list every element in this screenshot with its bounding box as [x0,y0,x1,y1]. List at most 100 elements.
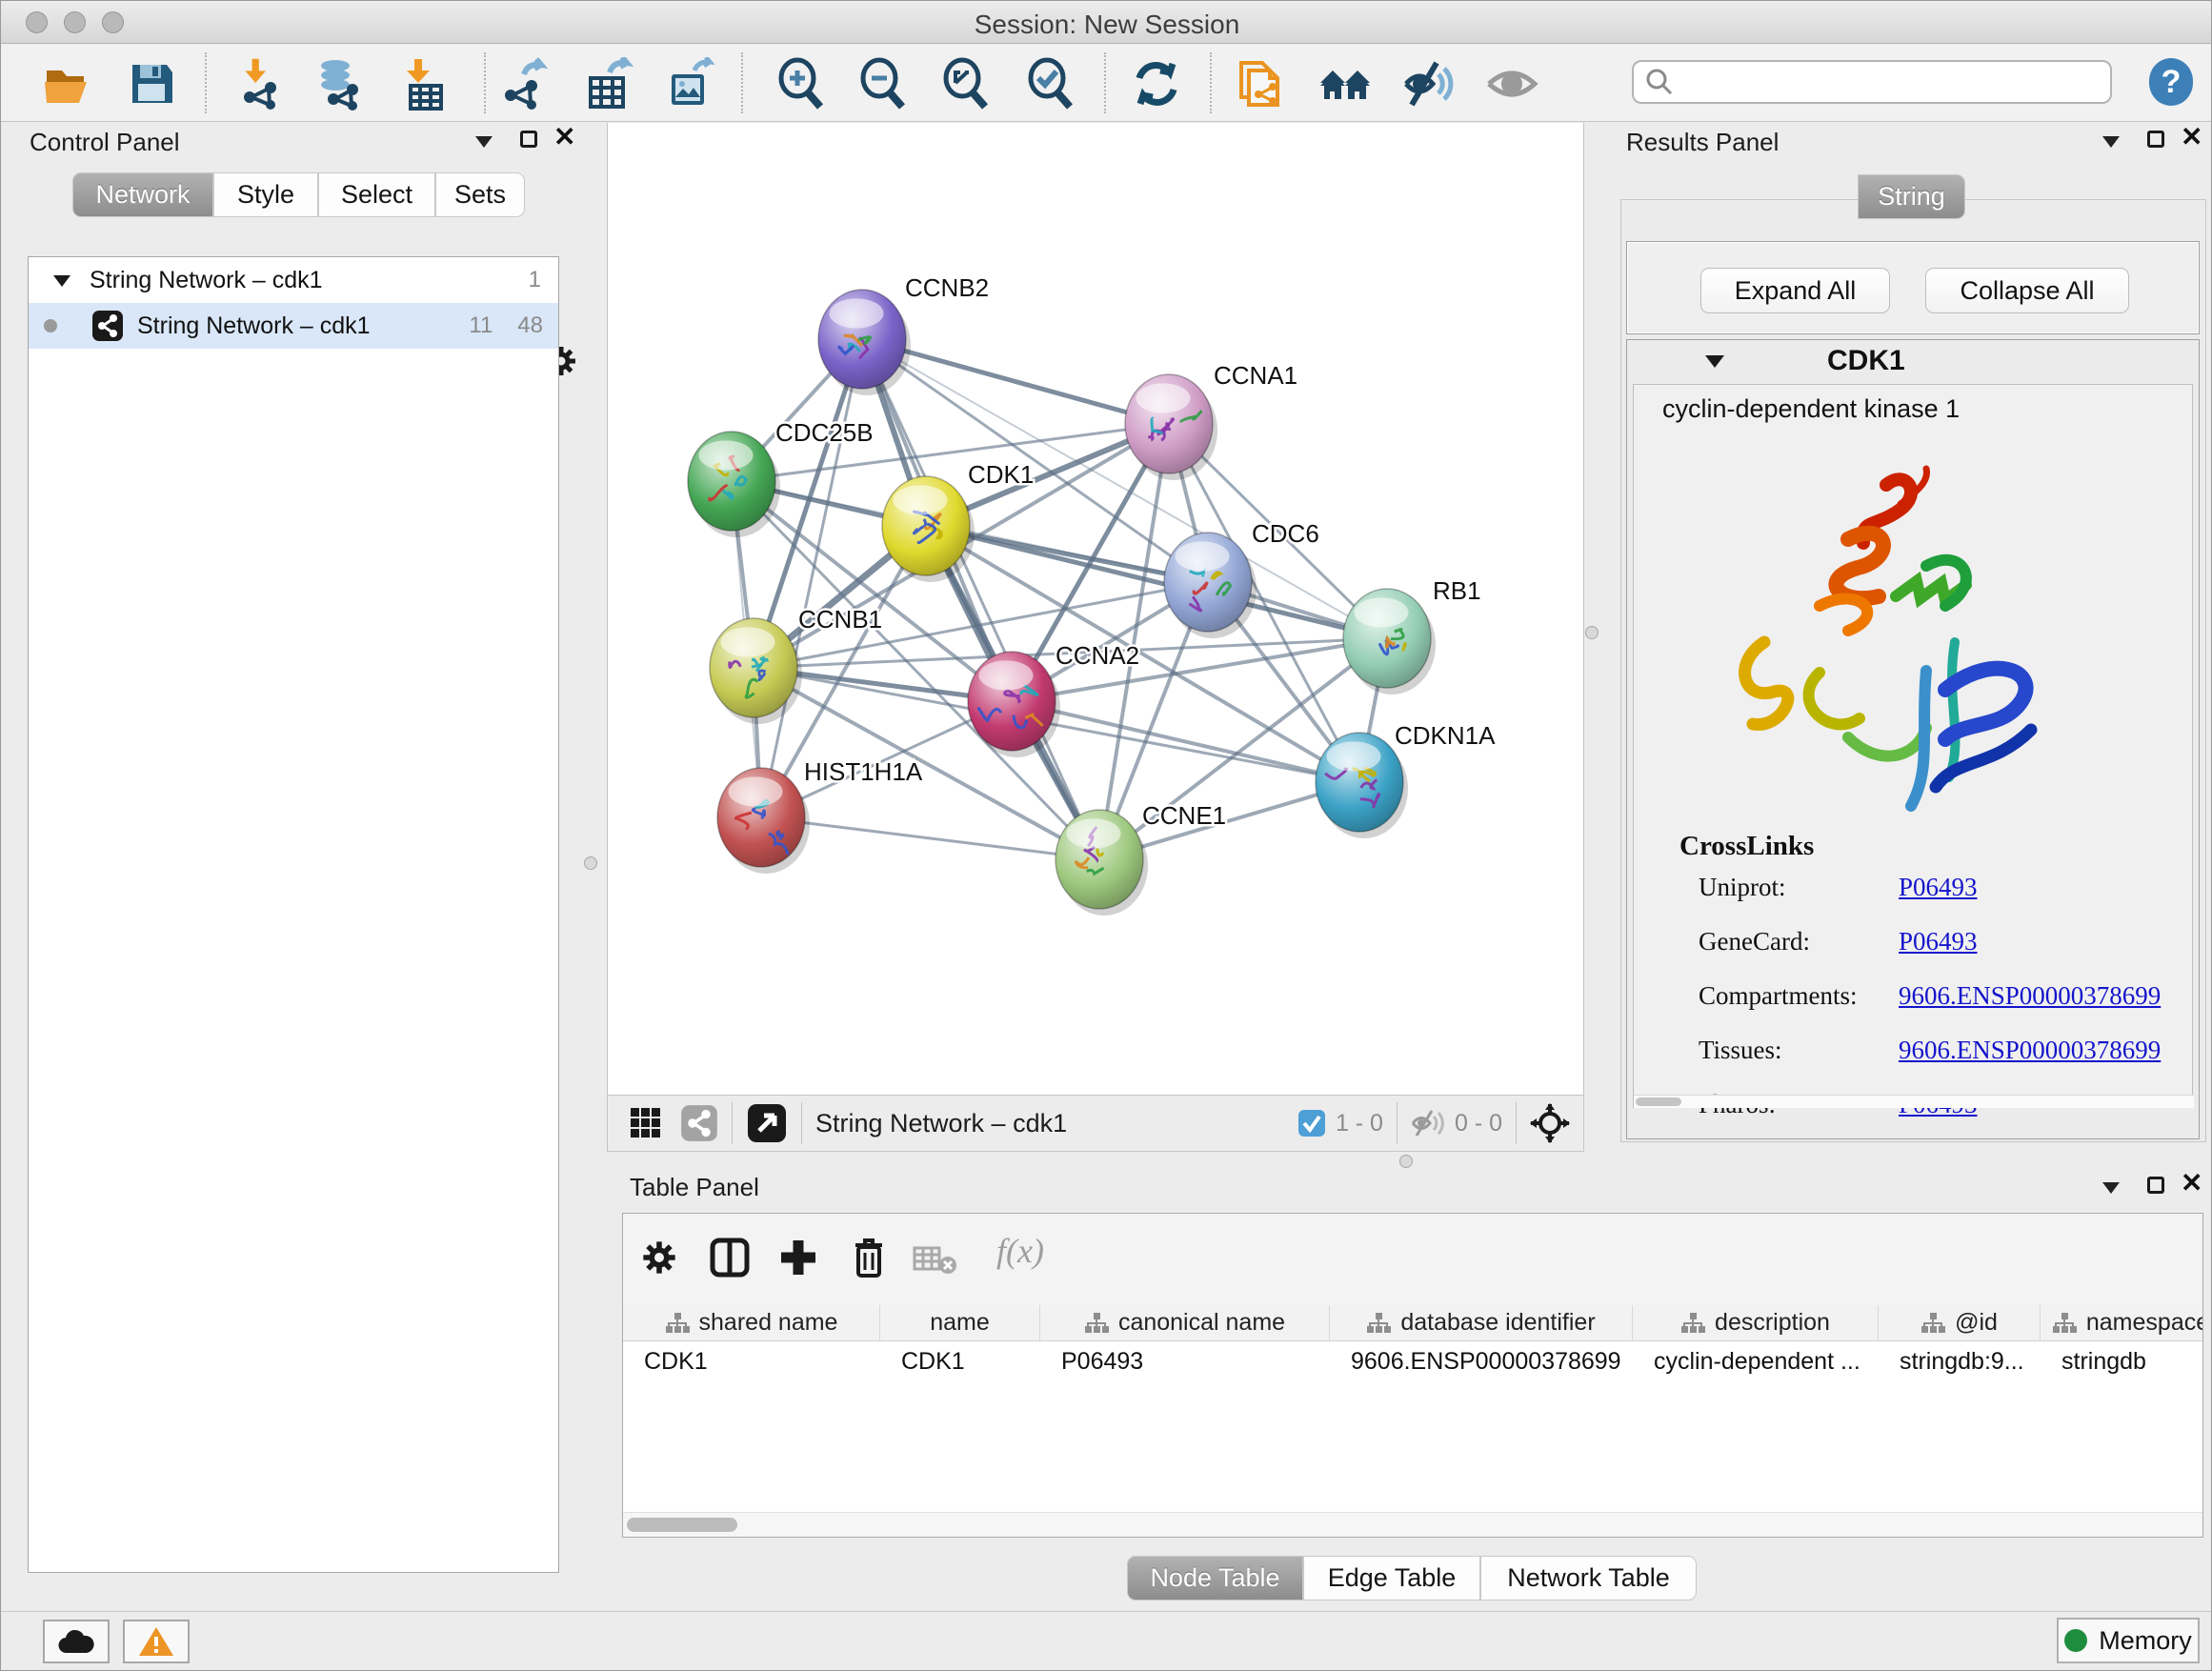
show-all-icon[interactable] [1485,57,1538,111]
edge-CCNB2-HIST1H1A[interactable] [761,339,862,817]
node-CCNB1[interactable]: CCNB1 [710,605,882,724]
import-network-database-icon[interactable] [312,57,366,111]
selected-checkbox-icon[interactable] [1297,1109,1326,1137]
save-session-icon[interactable] [125,57,178,111]
table-cell[interactable]: P06493 [1040,1341,1330,1381]
node-table: shared namenamecanonical namedatabase id… [623,1305,2202,1512]
crosslink-link[interactable]: P06493 [1899,927,1978,956]
node-CCNA2[interactable]: CCNA2 [968,641,1139,757]
delete-column-icon[interactable] [850,1236,888,1279]
window-title: Session: New Session [1,10,2212,40]
table-options-gear-icon[interactable] [640,1238,678,1277]
tab-edge-table[interactable]: Edge Table [1303,1556,1480,1601]
duplicate-network-icon[interactable] [1234,57,1287,111]
column-header-namespace[interactable]: namespace [2041,1305,2202,1340]
warnings-button[interactable] [123,1620,190,1663]
network-row[interactable]: String Network – cdk1 11 48 [29,303,558,349]
node-RB1[interactable]: RB1 [1343,576,1481,695]
node-label-HIST1H1A: HIST1H1A [804,757,923,786]
entry-collapse-caret-icon[interactable] [1703,352,1726,370]
column-header-canonical-name[interactable]: canonical name [1040,1305,1330,1340]
expand-all-button[interactable]: Expand All [1700,268,1890,313]
table-tabs: Node TableEdge TableNetwork Table [1127,1556,1697,1600]
table-cell[interactable]: cyclin-dependent ... [1633,1341,1879,1381]
table-panel-body: f(x) shared namenamecanonical namedataba… [622,1213,2203,1538]
control-panel-maximize-icon[interactable] [520,131,537,148]
collection-expand-caret-icon[interactable] [51,272,72,289]
search-icon [1645,68,1674,96]
network-collection-row[interactable]: String Network – cdk1 1 [29,257,558,303]
search-input[interactable] [1632,60,2112,104]
control-panel: Control Panel ✕ NetworkStyleSelectSets 1… [12,123,567,1577]
table-cell[interactable]: CDK1 [623,1341,880,1381]
node-CDC6[interactable]: CDC6 [1164,519,1319,638]
table-panel-float-icon[interactable] [2102,1182,2120,1194]
control-panel-close-icon[interactable]: ✕ [553,129,575,146]
results-panel-maximize-icon[interactable] [2147,131,2164,148]
results-panel-float-icon[interactable] [2102,136,2120,148]
delete-table-icon [913,1242,958,1277]
column-header-id[interactable]: @id [1879,1305,2041,1340]
network-view-canvas[interactable]: CCNB2CCNA1CDC25BCDK1CDC6RB1CCNB1CCNA2CDK… [607,123,1584,1095]
node-CCNA1[interactable]: CCNA1 [1125,361,1297,480]
crosslink-link[interactable]: 9606.ENSP00000378699 [1899,1036,2161,1065]
help-icon[interactable]: ? [2149,58,2193,106]
export-image-icon[interactable] [664,57,717,111]
zoom-in-icon[interactable] [774,57,828,111]
crosslink-link[interactable]: P06493 [1899,873,1978,902]
pan-crosshair-icon[interactable] [1530,1103,1570,1143]
first-neighbors-icon[interactable] [1318,57,1372,111]
table-header-row[interactable]: shared namenamecanonical namedatabase id… [623,1305,2202,1341]
results-hscrollbar[interactable] [1634,1095,2194,1108]
tab-network-table[interactable]: Network Table [1480,1556,1697,1601]
import-network-file-icon[interactable] [232,57,286,111]
table-row[interactable]: CDK1CDK1P064939606.ENSP00000378699cyclin… [623,1341,2202,1381]
table-panel-close-icon[interactable]: ✕ [2181,1175,2202,1192]
control-panel-float-icon[interactable] [475,136,493,148]
crosslink-link[interactable]: 9606.ENSP00000378699 [1899,981,2161,1011]
import-table-file-icon[interactable] [399,57,452,111]
memory-button[interactable]: Memory [2057,1618,2200,1663]
column-header-shared-name[interactable]: shared name [623,1305,880,1340]
export-network-icon[interactable] [497,57,551,111]
show-columns-icon[interactable] [709,1237,751,1278]
node-CDK1[interactable]: CDK1 [882,460,1034,582]
node-HIST1H1A[interactable]: HIST1H1A [717,757,923,874]
network-edge-count: 48 [517,312,543,339]
apply-layout-icon[interactable] [1130,57,1183,111]
export-table-icon[interactable] [581,57,634,111]
node-label-CCNA1: CCNA1 [1214,361,1297,390]
node-CCNE1[interactable]: CCNE1 [1056,801,1226,916]
results-panel-close-icon[interactable]: ✕ [2181,129,2202,146]
node-CDKN1A[interactable]: CDKN1A [1316,721,1496,838]
node-CCNB2[interactable]: CCNB2 [818,273,989,395]
tab-node-table[interactable]: Node Table [1127,1556,1303,1601]
column-header-database-identifier[interactable]: database identifier [1330,1305,1633,1340]
zoom-selected-icon[interactable] [1024,57,1077,111]
open-session-icon[interactable] [41,57,94,111]
table-cell[interactable]: CDK1 [880,1341,1040,1381]
birds-eye-view-icon[interactable] [629,1106,663,1140]
zoom-fit-icon[interactable] [939,57,993,111]
entry-detail-box: cyclin-dependent kinase 1 [1633,384,2193,1108]
cloud-status-button[interactable] [43,1620,110,1663]
edge-HIST1H1A-CCNE1[interactable] [761,817,1099,859]
collapse-all-button[interactable]: Collapse All [1925,268,2129,313]
table-cell[interactable]: stringdb:9... [1879,1341,2041,1381]
table-panel-maximize-icon[interactable] [2147,1177,2164,1194]
table-cell[interactable]: 9606.ENSP00000378699 [1330,1341,1633,1381]
tab-string[interactable]: String [1858,174,1965,219]
table-cell[interactable]: stringdb [2041,1341,2202,1381]
function-builder-icon: f(x) [996,1231,1044,1271]
table-hscrollbar[interactable] [623,1512,2202,1537]
create-column-icon[interactable] [777,1237,819,1278]
column-header-description[interactable]: description [1633,1305,1879,1340]
cytoscape-window: Session: New Session [0,0,2212,1671]
zoom-out-icon[interactable] [856,57,910,111]
node-label-CCNA2: CCNA2 [1056,641,1139,670]
detach-view-icon[interactable] [746,1102,788,1144]
hide-selected-icon[interactable] [1402,57,1456,111]
column-header-name[interactable]: name [880,1305,1040,1340]
left-splitter-handle[interactable] [584,856,597,870]
right-splitter-handle[interactable] [1585,626,1599,639]
